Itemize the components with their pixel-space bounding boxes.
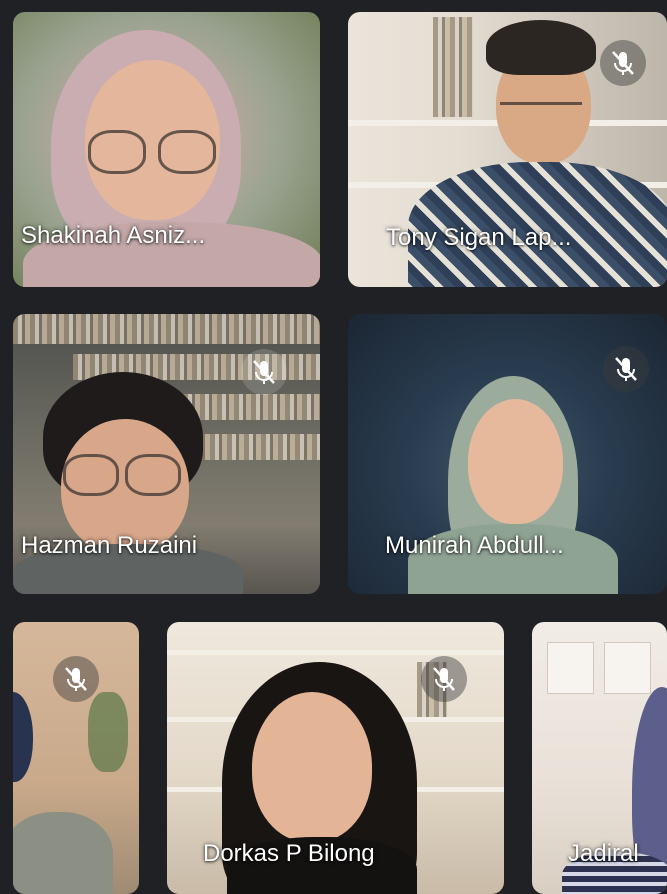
mic-off-icon [53, 656, 99, 702]
participant-name: Shakinah Asniz... [21, 222, 206, 249]
mic-off-icon [421, 656, 467, 702]
participant-name: Tony Sigan Lap... [386, 224, 572, 251]
participant-tile-1[interactable]: Shakinah Asniz... [13, 12, 320, 287]
participant-name: Dorkas P Bilong [203, 840, 375, 867]
mic-off-icon [600, 40, 646, 86]
participant-tile-3[interactable]: Hazman Ruzaini [13, 314, 320, 594]
participant-name: Munirah Abdull... [385, 532, 564, 559]
mic-off-icon [603, 346, 649, 392]
mic-off-icon [241, 349, 287, 395]
participant-name: Hazman Ruzaini [21, 532, 198, 559]
participant-tile-2[interactable]: Tony Sigan Lap... [348, 12, 667, 287]
video-call-grid: Shakinah Asniz... Tony Sigan Lap... Hazm… [0, 0, 667, 894]
participant-tile-5[interactable] [13, 622, 139, 894]
participant-tile-4[interactable]: Munirah Abdull... [348, 314, 667, 594]
participant-tile-7[interactable]: Jadiral [532, 622, 667, 894]
participant-name: Jadiral [568, 840, 639, 867]
participant-tile-6[interactable]: Dorkas P Bilong [167, 622, 504, 894]
